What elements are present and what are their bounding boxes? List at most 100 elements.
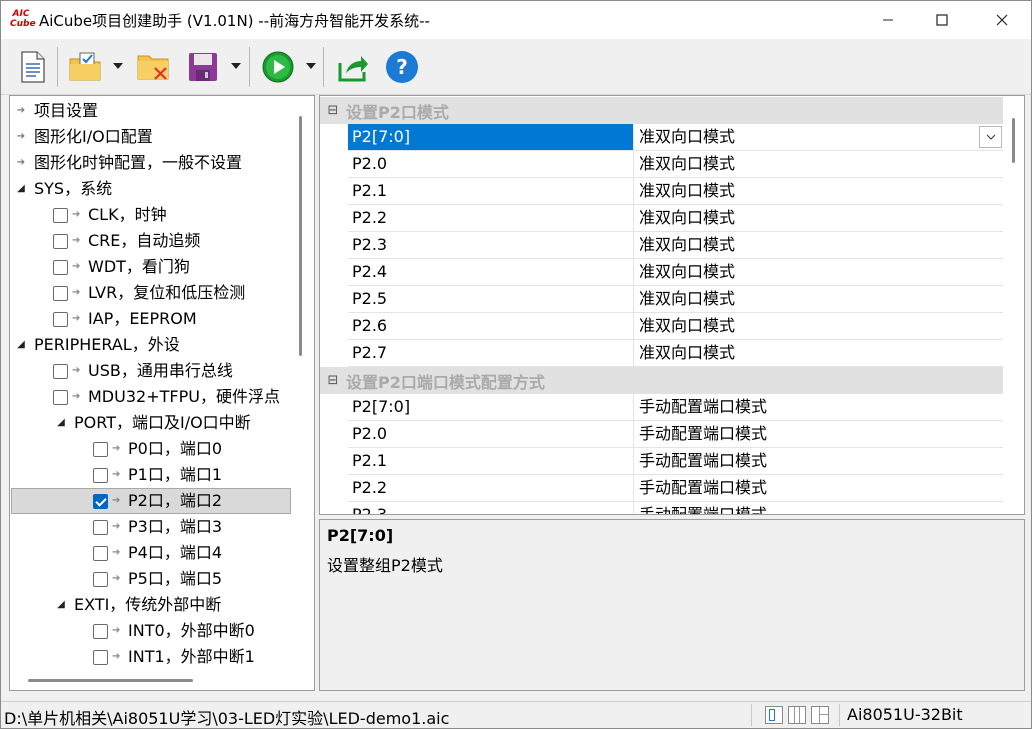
tree-item-p0[interactable]: ➔ P0口，端口0 — [93, 436, 222, 462]
grid-category-p2-config-method[interactable]: ⊟ 设置P2口端口模式配置方式 — [320, 367, 1003, 394]
close-project-button[interactable] — [135, 49, 171, 85]
minimize-button[interactable] — [865, 1, 911, 39]
layout-grid-icon[interactable] — [811, 706, 829, 724]
leaf-arrow-icon: ➔ — [112, 573, 121, 584]
help-button[interactable]: ? — [384, 49, 420, 85]
grid-row-value[interactable]: 手动配置端口模式 — [634, 421, 1003, 447]
tree-item-mdu32[interactable]: ➔ MDU32+TFPU，硬件浮点 — [53, 384, 280, 410]
checkbox[interactable] — [53, 259, 68, 275]
tree-item-io-config[interactable]: ➔ 图形化I/O口配置 — [14, 124, 153, 150]
grid-row-value[interactable]: 准双向口模式 — [634, 286, 1003, 312]
layout-split-icon[interactable] — [788, 706, 806, 724]
tree-item-peripheral[interactable]: ◢ PERIPHERAL，外设 — [14, 332, 180, 358]
tree-item-p4[interactable]: ➔ P4口，端口4 — [93, 540, 222, 566]
checkbox[interactable] — [93, 467, 108, 483]
property-grid[interactable]: ⊟ 设置P2口模式 P2[7:0] 准双向口模式 P2.0 准双向口模式 P2.1… — [319, 95, 1025, 515]
grid-row-value[interactable]: 准双向口模式 — [634, 340, 1003, 366]
tree-item-sys[interactable]: ◢ SYS，系统 — [14, 176, 112, 202]
checkbox[interactable] — [53, 363, 68, 379]
grid-row[interactable]: P2.6 准双向口模式 — [348, 313, 1003, 340]
tree-item-int1[interactable]: ➔ INT1，外部中断1 — [93, 644, 255, 670]
export-button[interactable] — [335, 49, 371, 85]
grid-row[interactable]: P2.2 手动配置端口模式 — [348, 475, 1003, 502]
expanded-triangle-icon[interactable]: ◢ — [14, 176, 28, 202]
expanded-triangle-icon[interactable]: ◢ — [54, 410, 68, 436]
checkbox[interactable] — [53, 311, 68, 327]
checkbox[interactable] — [93, 623, 108, 639]
project-tree[interactable]: ➔ 项目设置 ➔ 图形化I/O口配置 ➔ 图形化时钟配置，一般不设置 ◢ SYS，系统 … — [9, 95, 315, 691]
combo-dropdown-button[interactable] — [979, 126, 1002, 148]
tree-item-clk[interactable]: ➔ CLK，时钟 — [53, 202, 167, 228]
grid-row-value[interactable]: 准双向口模式 — [634, 178, 1003, 204]
expanded-triangle-icon[interactable]: ◢ — [54, 592, 68, 618]
tree-item-p2[interactable]: ➔ P2口，端口2 — [93, 488, 222, 514]
checkbox[interactable] — [53, 285, 68, 301]
logo-text: AIC Cube — [10, 9, 36, 29]
grid-row-value[interactable]: 准双向口模式 — [634, 232, 1003, 258]
layout-left-icon[interactable] — [765, 706, 783, 724]
maximize-button[interactable] — [919, 1, 965, 39]
grid-row[interactable]: P2.1 准双向口模式 — [348, 178, 1003, 205]
tree-item-port[interactable]: ◢ PORT，端口及I/O口中断 — [54, 410, 251, 436]
tree-item-p1[interactable]: ➔ P1口，端口1 — [93, 462, 222, 488]
save-button[interactable] — [185, 49, 221, 85]
grid-row-value[interactable]: 手动配置端口模式 — [634, 475, 1003, 501]
close-button[interactable] — [979, 1, 1025, 39]
tree-item-p3[interactable]: ➔ P3口，端口3 — [93, 514, 222, 540]
close-icon — [996, 14, 1008, 26]
expanded-triangle-icon[interactable]: ◢ — [14, 332, 28, 358]
grid-row-value-combo[interactable]: 准双向口模式 — [634, 124, 1003, 150]
grid-row[interactable]: P2.4 准双向口模式 — [348, 259, 1003, 286]
grid-row[interactable]: P2.7 准双向口模式 — [348, 340, 1003, 367]
grid-category-p2-mode[interactable]: ⊟ 设置P2口模式 — [320, 97, 1003, 124]
tree-item-lvr[interactable]: ➔ LVR，复位和低压检测 — [53, 280, 245, 306]
grid-row-value[interactable]: 准双向口模式 — [634, 205, 1003, 231]
run-button[interactable] — [260, 49, 296, 85]
collapse-icon[interactable]: ⊟ — [320, 373, 346, 388]
tree-item-usb[interactable]: ➔ USB，通用串行总线 — [53, 358, 233, 384]
checkbox[interactable] — [53, 389, 68, 405]
tree-item-cre[interactable]: ➔ CRE，自动追频 — [53, 228, 200, 254]
grid-row-value[interactable]: 手动配置端口模式 — [634, 394, 1003, 420]
tree-item-clock-config[interactable]: ➔ 图形化时钟配置，一般不设置 — [14, 150, 242, 176]
checkbox[interactable] — [93, 649, 108, 665]
grid-row[interactable]: P2[7:0] 手动配置端口模式 — [348, 394, 1003, 421]
open-project-button[interactable] — [67, 49, 103, 85]
tree-item-wdt[interactable]: ➔ WDT，看门狗 — [53, 254, 190, 280]
tree-item-exti[interactable]: ◢ EXTI，传统外部中断 — [54, 592, 221, 618]
checkbox[interactable] — [93, 441, 108, 457]
checkbox[interactable] — [93, 571, 108, 587]
tree-vertical-scrollbar[interactable] — [299, 116, 302, 356]
grid-row[interactable]: P2.0 准双向口模式 — [348, 151, 1003, 178]
grid-row[interactable]: P2.3 准双向口模式 — [348, 232, 1003, 259]
grid-row-value[interactable]: 手动配置端口模式 — [634, 502, 1003, 514]
grid-row-key: P2.1 — [348, 448, 634, 474]
grid-row[interactable]: P2.3 手动配置端口模式 — [348, 502, 1003, 514]
grid-vertical-scrollbar[interactable] — [1012, 118, 1015, 163]
collapse-icon[interactable]: ⊟ — [320, 103, 346, 118]
grid-row[interactable]: P2.0 手动配置端口模式 — [348, 421, 1003, 448]
grid-row-value[interactable]: 准双向口模式 — [634, 313, 1003, 339]
grid-row-value[interactable]: 准双向口模式 — [634, 151, 1003, 177]
run-dropdown-arrow[interactable] — [306, 63, 316, 69]
tree-item-iap[interactable]: ➔ IAP，EEPROM — [53, 306, 197, 332]
tree-item-project-settings[interactable]: ➔ 项目设置 — [14, 98, 98, 124]
grid-row[interactable]: P2.5 准双向口模式 — [348, 286, 1003, 313]
new-project-button[interactable] — [15, 49, 51, 85]
checkbox-checked[interactable] — [93, 493, 108, 509]
save-dropdown-arrow[interactable] — [231, 63, 241, 69]
checkbox[interactable] — [93, 519, 108, 535]
checkbox[interactable] — [53, 207, 68, 223]
leaf-arrow-icon: ➔ — [72, 365, 81, 376]
grid-row-p2-all[interactable]: P2[7:0] 准双向口模式 — [348, 124, 1003, 151]
tree-horizontal-scrollbar[interactable] — [28, 679, 193, 682]
grid-row[interactable]: P2.2 准双向口模式 — [348, 205, 1003, 232]
grid-row-value[interactable]: 准双向口模式 — [634, 259, 1003, 285]
tree-item-int0[interactable]: ➔ INT0，外部中断0 — [93, 618, 255, 644]
tree-item-p5[interactable]: ➔ P5口，端口5 — [93, 566, 222, 592]
grid-row[interactable]: P2.1 手动配置端口模式 — [348, 448, 1003, 475]
checkbox[interactable] — [93, 545, 108, 561]
grid-row-value[interactable]: 手动配置端口模式 — [634, 448, 1003, 474]
checkbox[interactable] — [53, 233, 68, 249]
open-dropdown-arrow[interactable] — [113, 63, 123, 69]
